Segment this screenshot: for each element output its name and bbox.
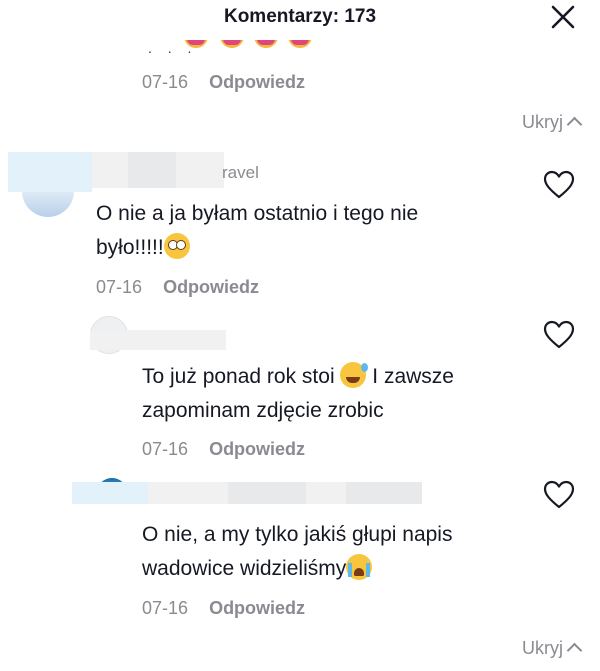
previous-comment-meta: 07-16 Odpowiedz: [142, 72, 305, 93]
chevron-up-icon: [566, 642, 583, 659]
blurred-username: [306, 482, 346, 504]
comment-text-line: było!!!!!: [96, 231, 418, 265]
loudly-crying-emoji-icon: [346, 554, 373, 580]
blurred-username: [228, 482, 306, 504]
grinning-emoji-icon: [288, 40, 312, 48]
comments-header: Komentarzy: 173: [0, 0, 600, 36]
blurred-username: [72, 482, 148, 504]
hide-replies-link[interactable]: Ukryj: [522, 638, 583, 659]
comment-text: O nie a ja byłam ostatnio i tego nie był…: [96, 197, 418, 265]
reply-text: To już ponad rok stoi I zawsze zapominam…: [142, 360, 454, 428]
reply-button[interactable]: Odpowiedz: [209, 439, 305, 459]
reply-button[interactable]: Odpowiedz: [163, 277, 259, 297]
hide-replies-link[interactable]: Ukryj: [522, 112, 583, 133]
grinning-sweat-emoji-icon: [340, 362, 369, 388]
comment-date: 07-16: [142, 439, 189, 459]
comment-username[interactable]: ravel: [222, 163, 259, 183]
heart-icon[interactable]: [543, 320, 575, 350]
reply-text: O nie, a my tylko jakiś głupi napis wado…: [142, 518, 452, 586]
comment-date: 07-16: [142, 598, 189, 618]
comment-text-fragment: było!!!!!: [96, 236, 164, 259]
hide-replies-label: Ukryj: [522, 112, 563, 132]
flushed-face-emoji-icon: [163, 233, 190, 259]
comment-text-line: O nie a ja byłam ostatnio i tego nie: [96, 202, 419, 225]
chevron-up-icon: [566, 116, 583, 133]
blurred-username: [176, 152, 224, 188]
reply-meta: 07-16 Odpowiedz: [142, 598, 305, 619]
reply-text-line: zapominam zdjęcie zrobic: [142, 399, 384, 422]
reply-text-fragment: I zawsze: [372, 365, 454, 388]
reply-text-line: O nie, a my tylko jakiś głupi napis: [142, 523, 453, 546]
reply-text-line: To już ponad rok stoi I zawsze: [142, 360, 454, 394]
reply-text-line: wadowice widzieliśmy: [142, 552, 452, 586]
comment-date: 07-16: [96, 277, 143, 297]
comments-count-title: Komentarzy: 173: [223, 6, 377, 27]
reply-text-fragment: wadowice widzieliśmy: [142, 557, 347, 580]
reply-button[interactable]: Odpowiedz: [209, 598, 305, 618]
reply-button[interactable]: Odpowiedz: [209, 72, 305, 92]
blurred-username: [148, 482, 228, 504]
previous-comment-emoji-row: . . .: [140, 40, 320, 60]
blurred-username: [90, 330, 226, 350]
grinning-emoji-icon: [254, 40, 278, 48]
reply-text-fragment: To już ponad rok stoi: [142, 365, 335, 388]
comment-date: 07-16: [142, 72, 189, 92]
comment-meta: 07-16 Odpowiedz: [96, 277, 259, 298]
blurred-username: [128, 152, 176, 188]
heart-icon[interactable]: [543, 480, 575, 510]
blurred-username: [92, 152, 128, 188]
blurred-username: [8, 152, 92, 192]
heart-icon[interactable]: [543, 170, 575, 200]
blurred-username: [346, 482, 422, 504]
close-icon[interactable]: [550, 4, 576, 30]
hide-replies-label: Ukryj: [522, 638, 563, 658]
grinning-emoji-icon: [220, 40, 244, 48]
reply-meta: 07-16 Odpowiedz: [142, 439, 305, 460]
